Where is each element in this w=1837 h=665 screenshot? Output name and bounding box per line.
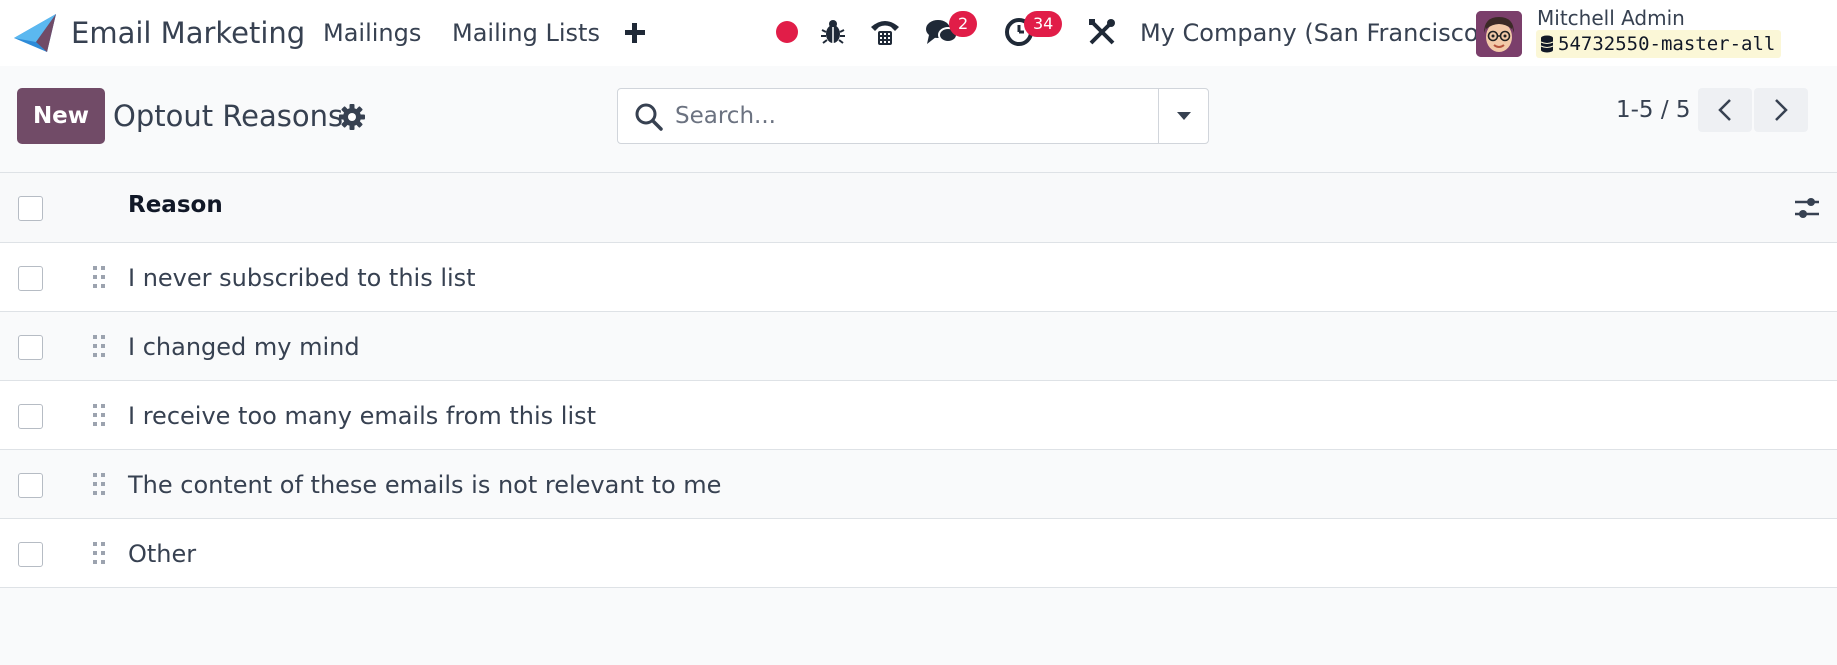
drag-handle-icon[interactable] bbox=[91, 402, 107, 428]
row-checkbox[interactable] bbox=[18, 473, 43, 498]
menu-mailing-lists[interactable]: Mailing Lists bbox=[452, 16, 600, 50]
search-options-toggle[interactable] bbox=[1158, 89, 1208, 143]
caret-down-icon bbox=[1176, 112, 1191, 120]
drag-handle-icon[interactable] bbox=[91, 264, 107, 290]
phone-icon[interactable] bbox=[868, 14, 902, 50]
pager-value[interactable]: 1-5 / 5 bbox=[1616, 94, 1691, 126]
select-all-checkbox[interactable] bbox=[18, 196, 43, 221]
reason-cell[interactable]: I receive too many emails from this list bbox=[128, 400, 596, 432]
database-name: 54732550-master-all bbox=[1558, 33, 1776, 55]
table-row[interactable]: Other bbox=[0, 519, 1837, 588]
menu-mailings[interactable]: Mailings bbox=[323, 16, 421, 50]
reason-cell[interactable]: Other bbox=[128, 538, 196, 570]
row-checkbox[interactable] bbox=[18, 266, 43, 291]
pager-next-button[interactable] bbox=[1754, 88, 1808, 132]
pager-previous-button[interactable] bbox=[1698, 88, 1752, 132]
row-checkbox[interactable] bbox=[18, 335, 43, 360]
page-title: Optout Reasons bbox=[113, 99, 344, 133]
chevron-right-icon bbox=[1775, 99, 1788, 121]
database-tag: 54732550-master-all bbox=[1536, 30, 1782, 58]
drag-handle-icon[interactable] bbox=[91, 540, 107, 566]
messages-count-badge: 2 bbox=[949, 11, 978, 37]
database-icon bbox=[1540, 35, 1554, 53]
app-name[interactable]: Email Marketing bbox=[71, 13, 305, 53]
search-bar bbox=[617, 88, 1209, 144]
user-name[interactable]: Mitchell Admin bbox=[1537, 5, 1685, 31]
bug-icon[interactable] bbox=[816, 14, 850, 50]
row-checkbox[interactable] bbox=[18, 404, 43, 429]
email-marketing-logo-icon[interactable] bbox=[14, 14, 56, 52]
table-row[interactable]: The content of these emails is not relev… bbox=[0, 450, 1837, 519]
list-header: Reason bbox=[0, 173, 1837, 243]
activities-count-badge: 34 bbox=[1024, 11, 1063, 37]
recording-dot-icon[interactable] bbox=[770, 14, 804, 50]
optout-reasons-list: Reason I never subscribed to this list I… bbox=[0, 172, 1837, 588]
user-avatar[interactable] bbox=[1476, 11, 1522, 57]
reason-cell[interactable]: I never subscribed to this list bbox=[128, 262, 476, 294]
table-row[interactable]: I never subscribed to this list bbox=[0, 243, 1837, 312]
reason-cell[interactable]: The content of these emails is not relev… bbox=[128, 469, 721, 501]
drag-handle-icon[interactable] bbox=[91, 333, 107, 359]
drag-handle-icon[interactable] bbox=[91, 471, 107, 497]
plus-icon[interactable] bbox=[624, 18, 646, 48]
search-input[interactable] bbox=[675, 97, 1155, 135]
column-header-reason[interactable]: Reason bbox=[128, 192, 223, 218]
gear-icon[interactable] bbox=[338, 103, 366, 131]
company-switcher[interactable]: My Company (San Francisco) bbox=[1140, 16, 1488, 50]
table-row[interactable]: I receive too many emails from this list bbox=[0, 381, 1837, 450]
optional-columns-toggle-icon[interactable] bbox=[1793, 195, 1821, 221]
reason-cell[interactable]: I changed my mind bbox=[128, 331, 360, 363]
search-icon bbox=[635, 103, 663, 131]
row-checkbox[interactable] bbox=[18, 542, 43, 567]
top-navbar: Email Marketing Mailings Mailing Lists 2… bbox=[0, 0, 1837, 66]
table-row[interactable]: I changed my mind bbox=[0, 312, 1837, 381]
new-button[interactable]: New bbox=[17, 88, 105, 144]
tools-icon[interactable] bbox=[1085, 14, 1119, 50]
chevron-left-icon bbox=[1718, 99, 1731, 121]
